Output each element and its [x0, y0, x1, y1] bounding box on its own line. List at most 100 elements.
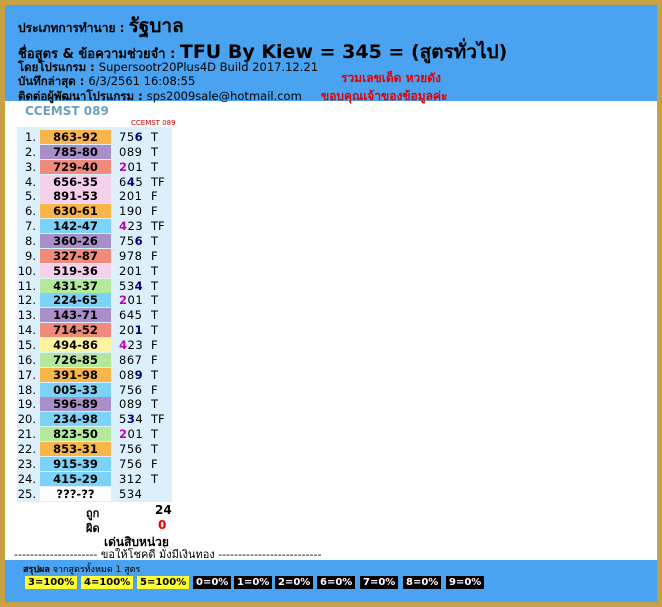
- row-code: 201: [119, 427, 143, 442]
- code-digit: 5: [126, 234, 135, 249]
- code-digit: 9: [126, 204, 135, 219]
- row-number: 7.: [25, 219, 36, 234]
- code-digit: 4: [126, 308, 135, 323]
- program-label: โดยโปรแกรม :: [18, 60, 95, 74]
- row-code: 756: [119, 234, 143, 249]
- row-pair: 327-87: [40, 248, 111, 263]
- code-digit: 0: [119, 397, 127, 412]
- row-mark: T: [151, 471, 159, 486]
- table-row: 20. 234-98 534 TF: [17, 412, 177, 427]
- code-digit: 1: [135, 159, 144, 174]
- row-pair: 494-86: [40, 338, 111, 353]
- code-digit: 1: [134, 263, 143, 278]
- row-pair: 915-39: [40, 456, 111, 471]
- row-mark: F: [151, 204, 158, 219]
- row-mark: F: [151, 456, 158, 471]
- row-code: 645: [119, 308, 142, 323]
- code-digit: 1: [135, 293, 144, 308]
- section-title: CCEMST 089: [25, 104, 109, 118]
- row-mark: F: [151, 248, 158, 263]
- code-digit: 9: [134, 144, 143, 159]
- row-number: 19.: [17, 397, 36, 412]
- row-mark: F: [151, 352, 158, 367]
- row-pair: 143-71: [40, 308, 111, 323]
- code-digit: 7: [119, 382, 127, 397]
- prediction-type-value: รัฐบาล: [128, 15, 184, 37]
- row-number: 15.: [17, 338, 36, 353]
- code-digit: 6: [119, 174, 127, 189]
- row-code: 756: [119, 383, 142, 398]
- summary-badge: 1=0%: [234, 576, 273, 589]
- table-row: 10. 519-36 201 T: [17, 263, 177, 279]
- code-digit: 6: [134, 234, 144, 249]
- summary-panel: สรุปผล จากสูตรทั้งหมด 1 สูตร 3=100% 4=100…: [5, 560, 657, 602]
- row-pair: 630-61: [40, 204, 111, 219]
- table-row: 15. 494-86 423 F: [17, 338, 177, 353]
- code-digit: 3: [126, 278, 135, 293]
- summary-badge: 9=0%: [446, 576, 485, 589]
- code-digit: 2: [119, 159, 128, 174]
- code-digit: 7: [119, 442, 127, 457]
- row-mark: T: [151, 234, 159, 249]
- code-digit: 5: [119, 412, 127, 427]
- table-row: 23. 915-39 756 F: [17, 456, 177, 472]
- row-code: 534: [119, 412, 143, 427]
- program-value: Supersootr20Plus4D Build 2017.12.21: [98, 60, 319, 74]
- row-number: 5.: [25, 189, 36, 204]
- code-digit: 6: [134, 130, 144, 144]
- row-mark: T: [151, 130, 159, 144]
- row-code: 645: [119, 175, 143, 190]
- code-digit: 4: [119, 338, 128, 353]
- row-pair: 853-31: [40, 442, 111, 457]
- row-number: 22.: [17, 442, 36, 457]
- table-row: 7. 142-47 423 TF: [17, 219, 177, 234]
- summary-badge: 2=0%: [275, 576, 314, 589]
- code-digit: 8: [126, 367, 135, 382]
- code-digit: 2: [134, 471, 143, 486]
- row-pair: 891-53: [40, 189, 111, 204]
- code-digit: 2: [119, 189, 127, 204]
- row-code: 978: [119, 249, 142, 264]
- row-code: 423: [119, 219, 143, 234]
- code-digit: 5: [126, 456, 135, 471]
- code-digit: 0: [119, 367, 127, 382]
- row-mark: F: [151, 338, 158, 353]
- code-digit: 7: [119, 234, 127, 249]
- row-code: 201: [119, 323, 143, 338]
- header-panel: ประเภทการทำนาย : รัฐบาล ชื่อสูตร & ข้อคว…: [5, 5, 657, 103]
- contact-email[interactable]: sps2009sale@hotmail.com: [147, 89, 302, 103]
- row-pair: 729-40: [40, 159, 111, 174]
- row-number: 1.: [25, 130, 36, 144]
- code-digit: 7: [134, 352, 143, 367]
- code-digit: 0: [126, 263, 135, 278]
- column-label: CCEMST 089: [131, 119, 176, 127]
- code-digit: 7: [119, 130, 127, 144]
- code-digit: 2: [119, 263, 127, 278]
- row-pair: 714-52: [40, 323, 111, 338]
- code-digit: 9: [134, 397, 143, 412]
- row-pair: 234-98: [40, 412, 111, 427]
- code-digit: 3: [135, 219, 144, 234]
- table-row: 9. 327-87 978 F: [17, 248, 177, 264]
- code-digit: 2: [119, 427, 128, 442]
- table-row: 25. ???-?? 534: [17, 486, 177, 502]
- table-row: 2. 785-80 089 T: [17, 144, 177, 160]
- code-digit: 8: [119, 352, 127, 367]
- row-pair: 391-98: [40, 367, 111, 382]
- table-row: 3. 729-40 201 T: [17, 159, 177, 175]
- row-number: 2.: [25, 144, 36, 159]
- table-row: 11. 431-37 534 T: [17, 278, 177, 294]
- row-number: 12.: [17, 293, 36, 308]
- row-pair: 519-36: [40, 263, 111, 278]
- table-row: 16. 726-85 867 F: [17, 352, 177, 368]
- row-pair: 431-37: [40, 278, 111, 293]
- table-row: 12. 224-65 201 T: [17, 293, 177, 308]
- code-digit: 1: [134, 189, 143, 204]
- code-digit: 1: [134, 323, 144, 338]
- table-row: 1. 863-92 756 T: [17, 130, 177, 145]
- code-digit: 4: [134, 486, 143, 501]
- table-row: 17. 391-98 089 T: [17, 367, 177, 383]
- code-digit: 1: [119, 204, 127, 219]
- code-digit: 6: [134, 442, 143, 457]
- promo-text-1: รวมเลขเด็ด หวยดัง: [341, 71, 441, 85]
